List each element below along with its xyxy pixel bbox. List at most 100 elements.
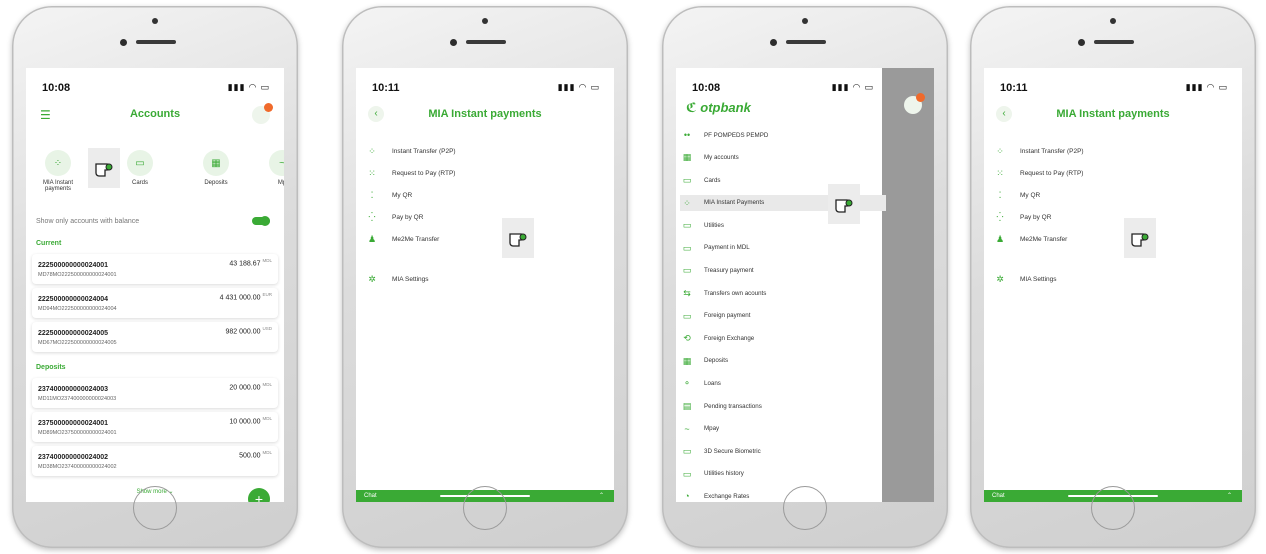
qr-icon: ⁚ [370,190,374,201]
signal-icon: ▮▮▮ ◠ ▭ [227,82,270,92]
person-icon: ♟ [367,234,377,245]
front-camera-icon [120,39,127,46]
account-iban: MD78MO222500000000024001 [38,272,117,278]
menu-item-my-qr[interactable]: ⁚ My QR [366,188,604,204]
hand-pointer-icon [502,218,534,258]
account-card[interactable]: 222500000000024004 MD94MO222500000000024… [32,288,278,318]
hand-pointer-icon [828,184,860,224]
side-menu-label: Utilities [704,221,724,229]
account-number: 237400000000024002 [38,454,109,461]
side-menu-label: Foreign payment [704,312,751,320]
side-menu-item[interactable]: ▦ My accounts [680,150,880,166]
speaker-icon [1094,40,1134,44]
home-button[interactable] [1091,486,1135,530]
account-number: 222500000000024004 [38,296,109,303]
side-menu-item[interactable]: ▭ 3D Secure Biometric [680,444,880,460]
exchange-icon: ⟲ [683,333,691,344]
side-menu-label: My accounts [704,154,739,161]
account-card[interactable]: 222500000000024001 MD78MO222500000000024… [32,254,278,284]
menu-item-me2me[interactable]: ♟ Me2Me Transfer [366,232,604,248]
menu-item-p2p[interactable]: ⁘ Instant Transfer (P2P) [994,144,1232,160]
chevron-up-icon: ⌃ [598,493,604,499]
balance-toggle[interactable] [252,216,270,226]
menu-item-mia-settings[interactable]: ✲ MIA Settings [994,272,1232,288]
side-menu-item[interactable]: ▭ Utilities history [680,466,880,482]
quick-action-label: MIA Instant payments [42,180,73,192]
menu-item-my-qr[interactable]: ⁚ My QR [994,188,1232,204]
deposit-card[interactable]: 237500000000024001 MD89MO237500000000024… [32,412,278,442]
account-iban: MD11MO237400000000024003 [38,396,117,402]
page-title: Accounts [129,108,181,120]
mia-icon: ⁘ [45,150,71,176]
menu-item-rtp[interactable]: ⁙ Request to Pay (RTP) [994,166,1232,182]
phone-mia-payments: 10:11 ▮▮▮ ◠ ▭ ‹ MIA Instant payments ⁘ In… [342,6,628,548]
speaker-icon [786,40,826,44]
account-amount: 982 000.00 USD [225,326,272,336]
menu-item-p2p[interactable]: ⁘ Instant Transfer (P2P) [366,144,604,160]
section-current: Current [36,240,62,247]
menu-item-rtp[interactable]: ⁙ Request to Pay (RTP) [366,166,604,182]
rates-icon: ◔ [684,491,690,502]
logo-mark-icon: ℭ [686,100,697,115]
deposit-icon: ▦ [203,150,229,176]
camera-icon [1110,18,1116,24]
side-menu-item[interactable]: ⚬ Loans [680,376,880,392]
signal-icon: ▮▮▮ ◠ ▭ [557,82,600,92]
account-card[interactable]: 222500000000024005 MD67MO222500000000024… [32,322,278,352]
side-menu-item[interactable]: ▭ Payment in MDL [680,240,880,256]
home-button[interactable] [463,486,507,530]
side-menu-label: Foreign Exchange [704,334,755,342]
notifications-icon[interactable] [904,93,925,114]
side-menu-item[interactable]: ▤ Pending transactions [680,399,880,415]
account-iban: MD94MO222500000000024004 [38,306,117,312]
camera-icon [482,18,488,24]
phone-mia-payments-2: 10:11 ▮▮▮ ◠ ▭ ‹ MIA Instant payments ⁘ In… [970,6,1256,548]
quick-action-label: Deposits [204,180,228,186]
account-amount: 4 431 000.00 EUR [219,292,272,302]
menu-item-me2me[interactable]: ♟ Me2Me Transfer [994,232,1232,248]
hand-pointer-icon [1124,218,1156,258]
avatar: •• [683,130,691,141]
quick-action-deposits[interactable]: ▦ Deposits [188,150,244,186]
page-title: MIA Instant payments [1056,108,1170,120]
notifications-icon[interactable] [252,103,273,124]
gear-icon: ✲ [996,274,1004,285]
notification-badge [916,93,925,102]
status-time: 10:11 [372,82,400,94]
home-button[interactable] [783,486,827,530]
account-number: 222500000000024001 [38,262,109,269]
menu-item-pay-by-qr[interactable]: ⁛ Pay by QR [366,210,604,226]
side-menu-label: Exchange Rates [704,493,750,500]
side-menu-item[interactable]: ▭ Treasury payment [680,263,880,279]
side-menu-item[interactable]: ⟲ Foreign Exchange [680,331,880,347]
deposit-card[interactable]: 237400000000024002 MD38MO237400000000024… [32,446,278,476]
front-camera-icon [1078,39,1085,46]
side-menu-item[interactable]: ◔ Exchange Rates [680,489,880,502]
status-bar: 10:11 ▮▮▮ ◠ ▭ [984,82,1242,96]
side-menu-label: Utilities history [704,470,744,478]
page-title: MIA Instant payments [428,108,542,120]
side-menu-item[interactable]: ▦ Deposits [680,353,880,369]
deposit-card[interactable]: 237400000000024003 MD11MO237400000000024… [32,378,278,408]
side-menu-label: Pending transactions [704,402,762,410]
user-name[interactable]: •• PF POMPEDS PEMPD [680,128,880,144]
side-menu-item[interactable]: ⇆ Transfers own acounts [680,286,880,302]
biometric-icon: ▭ [682,446,692,457]
notification-badge [264,103,273,112]
pending-icon: ▤ [682,400,692,411]
account-amount: 500.00 MDL [239,450,272,460]
gear-icon: ✲ [368,274,376,285]
home-button[interactable] [133,486,177,530]
menu-item-pay-by-qr[interactable]: ⁛ Pay by QR [994,210,1232,226]
side-menu-item[interactable]: ~ Mpay [680,421,880,437]
dim-overlay[interactable] [882,68,934,502]
quick-action-mia[interactable]: ⁘ MIA Instant payments [30,150,86,192]
quick-action-cards[interactable]: ▭ Cards [112,150,168,186]
menu-item-mia-settings[interactable]: ✲ MIA Settings [366,272,604,288]
side-menu-item[interactable]: ▭ Foreign payment [680,308,880,324]
account-iban: MD89MO237500000000024001 [38,430,117,436]
screen: 10:08 ▮▮▮ ◠ ▭ ☰ Accounts ⁘ MIA Instant p… [26,68,284,502]
mpay-icon: ~ [684,423,690,434]
quick-action-mpay[interactable]: ~ Mp [254,150,284,186]
side-menu-label: Payment in MDL [704,244,750,252]
